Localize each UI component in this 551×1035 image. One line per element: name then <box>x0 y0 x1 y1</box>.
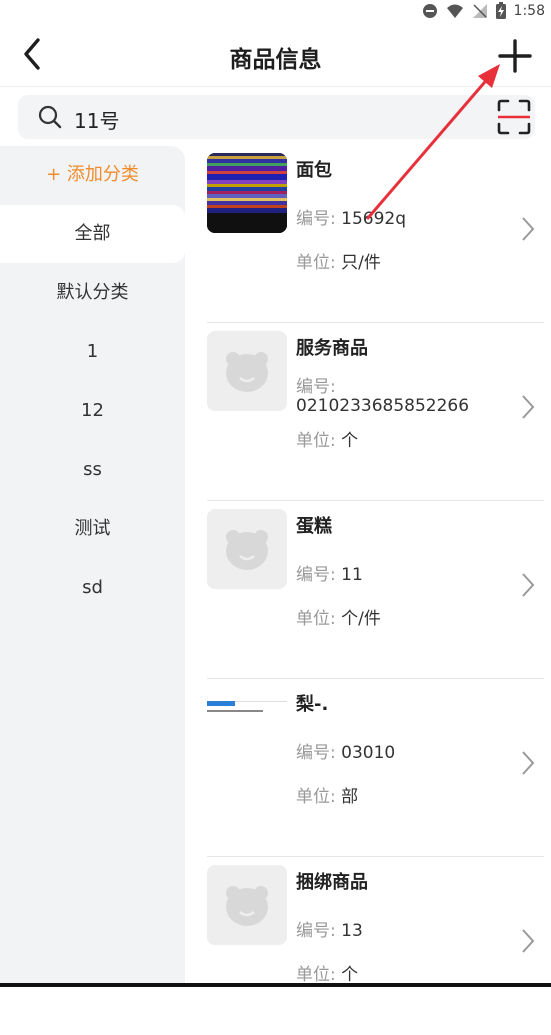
system-nav-bar <box>0 983 551 987</box>
bear-placeholder-icon <box>207 509 287 589</box>
code-value: 15692q <box>341 209 407 229</box>
product-name: 面包 <box>296 160 332 181</box>
unit-value: 部 <box>341 787 359 807</box>
chevron-right-icon <box>522 573 535 597</box>
category-item-all[interactable]: 全部 <box>0 205 185 263</box>
unit-label: 单位: <box>296 431 336 451</box>
plus-icon[interactable] <box>495 36 535 76</box>
product-code: 编号: 11 <box>296 560 363 585</box>
code-label: 编号: <box>296 377 336 397</box>
product-name: 蛋糕 <box>296 516 332 537</box>
status-bar: 1:58 <box>0 0 551 24</box>
unit-label: 单位: <box>296 787 336 807</box>
product-unit: 单位: 只/件 <box>296 248 381 273</box>
chevron-right-icon <box>522 751 535 775</box>
chevron-right-icon <box>522 929 535 953</box>
category-item-test[interactable]: 测试 <box>0 500 185 558</box>
product-name: 捆绑商品 <box>296 872 368 893</box>
do-not-disturb-icon <box>422 3 437 18</box>
bear-placeholder-icon <box>207 331 287 411</box>
category-item-1[interactable]: 1 <box>0 323 185 381</box>
unit-value: 个 <box>341 965 359 985</box>
product-name: 服务商品 <box>296 338 368 359</box>
chevron-right-icon <box>522 395 535 419</box>
product-unit: 单位: 部 <box>296 782 358 807</box>
code-label: 编号: <box>296 743 336 763</box>
code-label: 编号: <box>296 209 336 229</box>
scan-icon[interactable] <box>497 99 531 135</box>
product-row[interactable]: 蛋糕 编号: 11 单位: 个/件 <box>207 502 544 679</box>
unit-label: 单位: <box>296 253 336 273</box>
row-divider <box>207 678 544 679</box>
product-unit: 单位: 个 <box>296 426 358 451</box>
row-divider <box>207 322 544 323</box>
product-row[interactable]: 服务商品 编号: 0210233685852266 单位: 个 <box>207 324 544 501</box>
battery-charging-icon <box>495 2 506 19</box>
category-item-sd[interactable]: sd <box>0 559 185 617</box>
unit-value: 个/件 <box>341 609 381 629</box>
header-divider <box>0 86 551 87</box>
status-time: 1:58 <box>513 2 545 19</box>
product-code: 编号: 13 <box>296 916 363 941</box>
product-code: 0210233685852266 <box>296 396 470 416</box>
chevron-right-icon <box>522 217 535 241</box>
signal-off-icon <box>472 3 487 18</box>
product-code-label: 编号: <box>296 372 336 397</box>
product-unit: 单位: 个/件 <box>296 604 381 629</box>
row-divider <box>207 500 544 501</box>
unit-value: 个 <box>341 431 359 451</box>
row-divider <box>207 856 544 857</box>
product-image <box>207 687 287 767</box>
product-image <box>207 153 287 233</box>
search-input[interactable]: 11号 <box>18 95 535 139</box>
unit-label: 单位: <box>296 609 336 629</box>
product-name: 梨-. <box>296 694 329 715</box>
search-query: 11号 <box>74 109 120 133</box>
search-icon <box>38 105 62 129</box>
category-item-default[interactable]: 默认分类 <box>0 264 185 322</box>
code-value: 03010 <box>341 743 396 763</box>
product-list: 面包 编号: 15692q 单位: 只/件 服务商品 编号: 021023368… <box>185 146 551 987</box>
page-title: 商品信息 <box>229 47 322 73</box>
add-category-button[interactable]: + 添加分类 <box>0 146 185 204</box>
code-value: 11 <box>341 565 363 585</box>
product-row[interactable]: 捆绑商品 编号: 13 单位: 个 <box>207 858 544 1035</box>
product-unit: 单位: 个 <box>296 960 358 985</box>
code-label: 编号: <box>296 921 336 941</box>
product-row[interactable]: 梨-. 编号: 03010 单位: 部 <box>207 680 544 857</box>
category-item-12[interactable]: 12 <box>0 382 185 440</box>
product-row[interactable]: 面包 编号: 15692q 单位: 只/件 <box>207 146 544 323</box>
bear-placeholder-icon <box>207 865 287 945</box>
unit-label: 单位: <box>296 965 336 985</box>
header: 商品信息 <box>0 24 551 86</box>
product-code: 编号: 15692q <box>296 204 406 229</box>
category-sidebar: + 添加分类 全部 默认分类 1 12 ss 测试 sd <box>0 146 185 987</box>
unit-value: 只/件 <box>341 253 381 273</box>
wifi-icon <box>446 4 463 18</box>
code-value: 13 <box>341 921 363 941</box>
code-label: 编号: <box>296 565 336 585</box>
product-code: 编号: 03010 <box>296 738 395 763</box>
category-item-ss[interactable]: ss <box>0 441 185 499</box>
